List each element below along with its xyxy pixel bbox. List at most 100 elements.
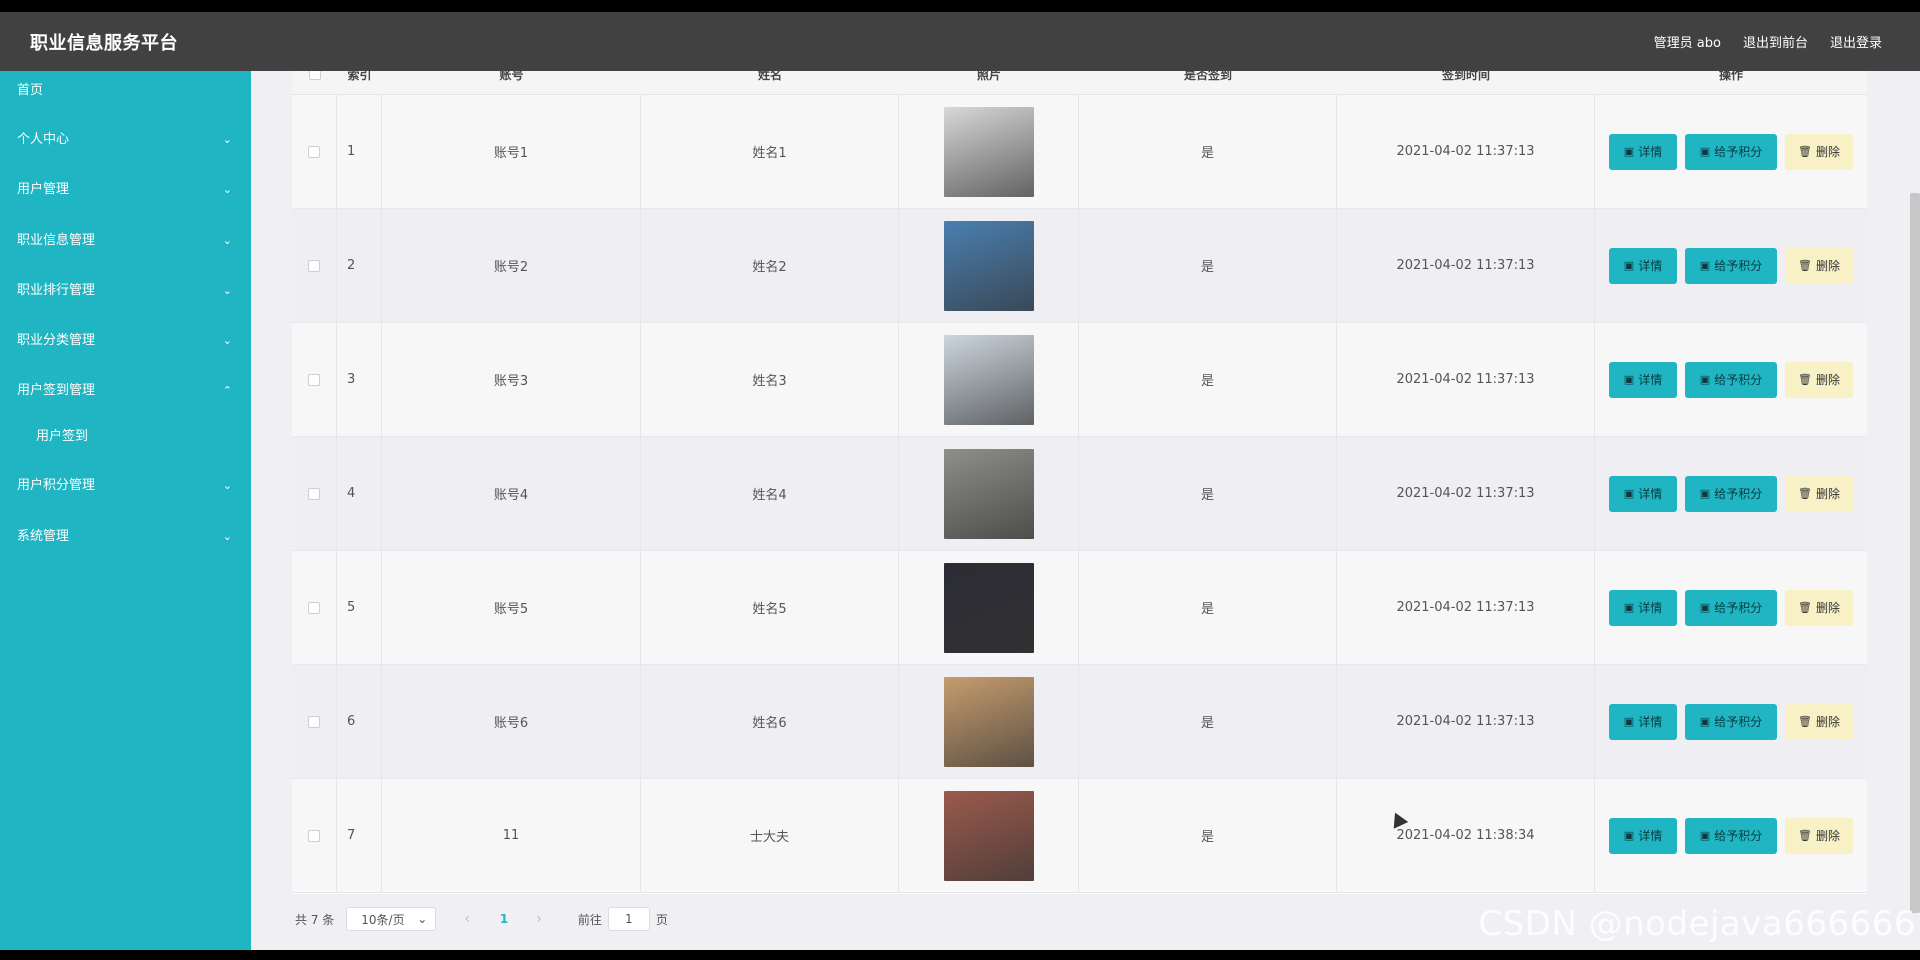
column-header-name[interactable]: 姓名: [641, 71, 899, 90]
give-points-button[interactable]: ▣ 给予积分: [1685, 703, 1777, 740]
row-checkbox[interactable]: [308, 829, 320, 842]
row-checkbox[interactable]: [308, 715, 320, 728]
next-page-button[interactable]: ›: [536, 911, 542, 927]
sidebar-item-personal-center[interactable]: 个人中心 ⌄: [0, 120, 251, 160]
logout-link[interactable]: 退出登录: [1830, 32, 1882, 51]
row-select-cell: [292, 779, 337, 892]
cell-account: 11: [382, 779, 641, 892]
cell-signed: 是: [1079, 665, 1337, 778]
give-points-button[interactable]: ▣ 给予积分: [1685, 475, 1777, 512]
detail-label: 详情: [1638, 601, 1663, 615]
delete-button[interactable]: 🗑 删除: [1785, 703, 1853, 740]
sidebar-item-user-signin[interactable]: 用户签到: [0, 417, 251, 457]
give-points-button[interactable]: ▣ 给予积分: [1685, 133, 1777, 170]
document-icon: ▣: [1623, 145, 1635, 158]
delete-label: 删除: [1815, 145, 1840, 159]
row-select-cell: [292, 209, 337, 322]
give-points-button[interactable]: ▣ 给予积分: [1685, 247, 1777, 284]
cell-account: 账号4: [382, 437, 641, 550]
table-row: 5 账号5 姓名5 是 2021-04-02 11:37:13 ▣ 详情 ▣ 给予积分 🗑 删除: [292, 551, 1867, 665]
sidebar-item-label: 用户签到: [36, 429, 89, 444]
select-all-checkbox[interactable]: [308, 71, 321, 80]
user-photo[interactable]: [943, 676, 1034, 767]
cell-index: 6: [337, 665, 382, 778]
delete-button[interactable]: 🗑 删除: [1785, 133, 1853, 170]
sidebar-item-points-management[interactable]: 用户积分管理 ⌄: [0, 466, 251, 506]
document-icon: ▣: [1623, 487, 1635, 500]
sidebar-item-system-management[interactable]: 系统管理 ⌄: [0, 517, 251, 557]
give-points-button[interactable]: ▣ 给予积分: [1685, 589, 1777, 626]
cell-photo: [899, 95, 1079, 208]
column-header-photo[interactable]: 照片: [899, 71, 1079, 90]
cell-time: 2021-04-02 11:37:13: [1337, 209, 1595, 322]
detail-button[interactable]: ▣ 详情: [1609, 589, 1677, 626]
delete-button[interactable]: 🗑 删除: [1785, 589, 1853, 626]
table-row: 2 账号2 姓名2 是 2021-04-02 11:37:13 ▣ 详情 ▣ 给予积分 🗑 删除: [292, 209, 1867, 323]
sidebar-item-career-ranking[interactable]: 职业排行管理 ⌄: [0, 271, 251, 311]
detail-label: 详情: [1638, 259, 1663, 273]
select-all-header: [292, 71, 337, 90]
goto-page-input[interactable]: 1: [607, 907, 650, 931]
document-icon: ▣: [1623, 373, 1635, 386]
delete-button[interactable]: 🗑 删除: [1785, 475, 1853, 512]
row-checkbox[interactable]: [308, 487, 320, 500]
cell-actions: ▣ 详情 ▣ 给予积分 🗑 删除: [1595, 665, 1867, 778]
prev-page-button[interactable]: ‹: [464, 911, 470, 927]
cell-time: 2021-04-02 11:37:13: [1337, 323, 1595, 436]
sidebar-item-career-info[interactable]: 职业信息管理 ⌄: [0, 221, 251, 261]
row-checkbox[interactable]: [308, 601, 320, 614]
trash-icon: 🗑: [1798, 829, 1812, 842]
cell-signed: 是: [1079, 437, 1337, 550]
detail-button[interactable]: ▣ 详情: [1609, 361, 1677, 398]
detail-button[interactable]: ▣ 详情: [1609, 475, 1677, 512]
give-points-button[interactable]: ▣ 给予积分: [1685, 817, 1777, 854]
row-select-cell: [292, 551, 337, 664]
sidebar-item-career-category[interactable]: 职业分类管理 ⌄: [0, 321, 251, 361]
cell-index: 4: [337, 437, 382, 550]
user-photo[interactable]: [943, 106, 1034, 197]
column-header-signed[interactable]: 是否签到: [1079, 71, 1337, 90]
detail-label: 详情: [1638, 715, 1663, 729]
trash-icon: 🗑: [1798, 259, 1812, 272]
row-checkbox[interactable]: [308, 259, 320, 272]
back-to-frontend-link[interactable]: 退出到前台: [1743, 32, 1808, 51]
column-header-index[interactable]: 索引: [337, 71, 382, 90]
document-icon: ▣: [1699, 487, 1711, 500]
column-header-time[interactable]: 签到时间: [1337, 71, 1595, 90]
cell-photo: [899, 437, 1079, 550]
cell-signed: 是: [1079, 95, 1337, 208]
detail-button[interactable]: ▣ 详情: [1609, 817, 1677, 854]
sidebar-item-user-management[interactable]: 用户管理 ⌄: [0, 170, 251, 210]
user-photo[interactable]: [943, 334, 1034, 425]
row-checkbox[interactable]: [308, 373, 320, 386]
pagination: 共 7 条 10条/页 ⌄ ‹ 1 › 前往 1 页: [295, 904, 668, 934]
admin-user-link[interactable]: 管理员 abo: [1654, 32, 1721, 51]
user-photo[interactable]: [943, 562, 1034, 653]
delete-label: 删除: [1815, 715, 1840, 729]
delete-button[interactable]: 🗑 删除: [1785, 817, 1853, 854]
page-size-select[interactable]: 10条/页 ⌄: [346, 907, 437, 931]
current-page-number[interactable]: 1: [500, 912, 508, 926]
delete-button[interactable]: 🗑 删除: [1785, 247, 1853, 284]
vertical-scrollbar[interactable]: [1910, 193, 1920, 913]
column-header-account[interactable]: 账号: [382, 71, 641, 90]
cell-account: 账号2: [382, 209, 641, 322]
cell-index: 2: [337, 209, 382, 322]
detail-button[interactable]: ▣ 详情: [1609, 247, 1677, 284]
user-photo[interactable]: [943, 448, 1034, 539]
document-icon: ▣: [1623, 715, 1635, 728]
user-photo[interactable]: [943, 790, 1034, 881]
row-checkbox[interactable]: [308, 145, 320, 158]
cell-index: 1: [337, 95, 382, 208]
delete-button[interactable]: 🗑 删除: [1785, 361, 1853, 398]
cell-photo: [899, 323, 1079, 436]
sidebar-item-home[interactable]: 首页: [0, 71, 251, 111]
detail-button[interactable]: ▣ 详情: [1609, 133, 1677, 170]
cell-name: 姓名4: [641, 437, 899, 550]
sidebar-item-label: 用户签到管理: [17, 383, 96, 398]
sidebar-item-signin-management[interactable]: 用户签到管理 ⌃: [0, 371, 251, 411]
detail-button[interactable]: ▣ 详情: [1609, 703, 1677, 740]
give-points-label: 给予积分: [1714, 715, 1763, 729]
user-photo[interactable]: [943, 220, 1034, 311]
give-points-button[interactable]: ▣ 给予积分: [1685, 361, 1777, 398]
